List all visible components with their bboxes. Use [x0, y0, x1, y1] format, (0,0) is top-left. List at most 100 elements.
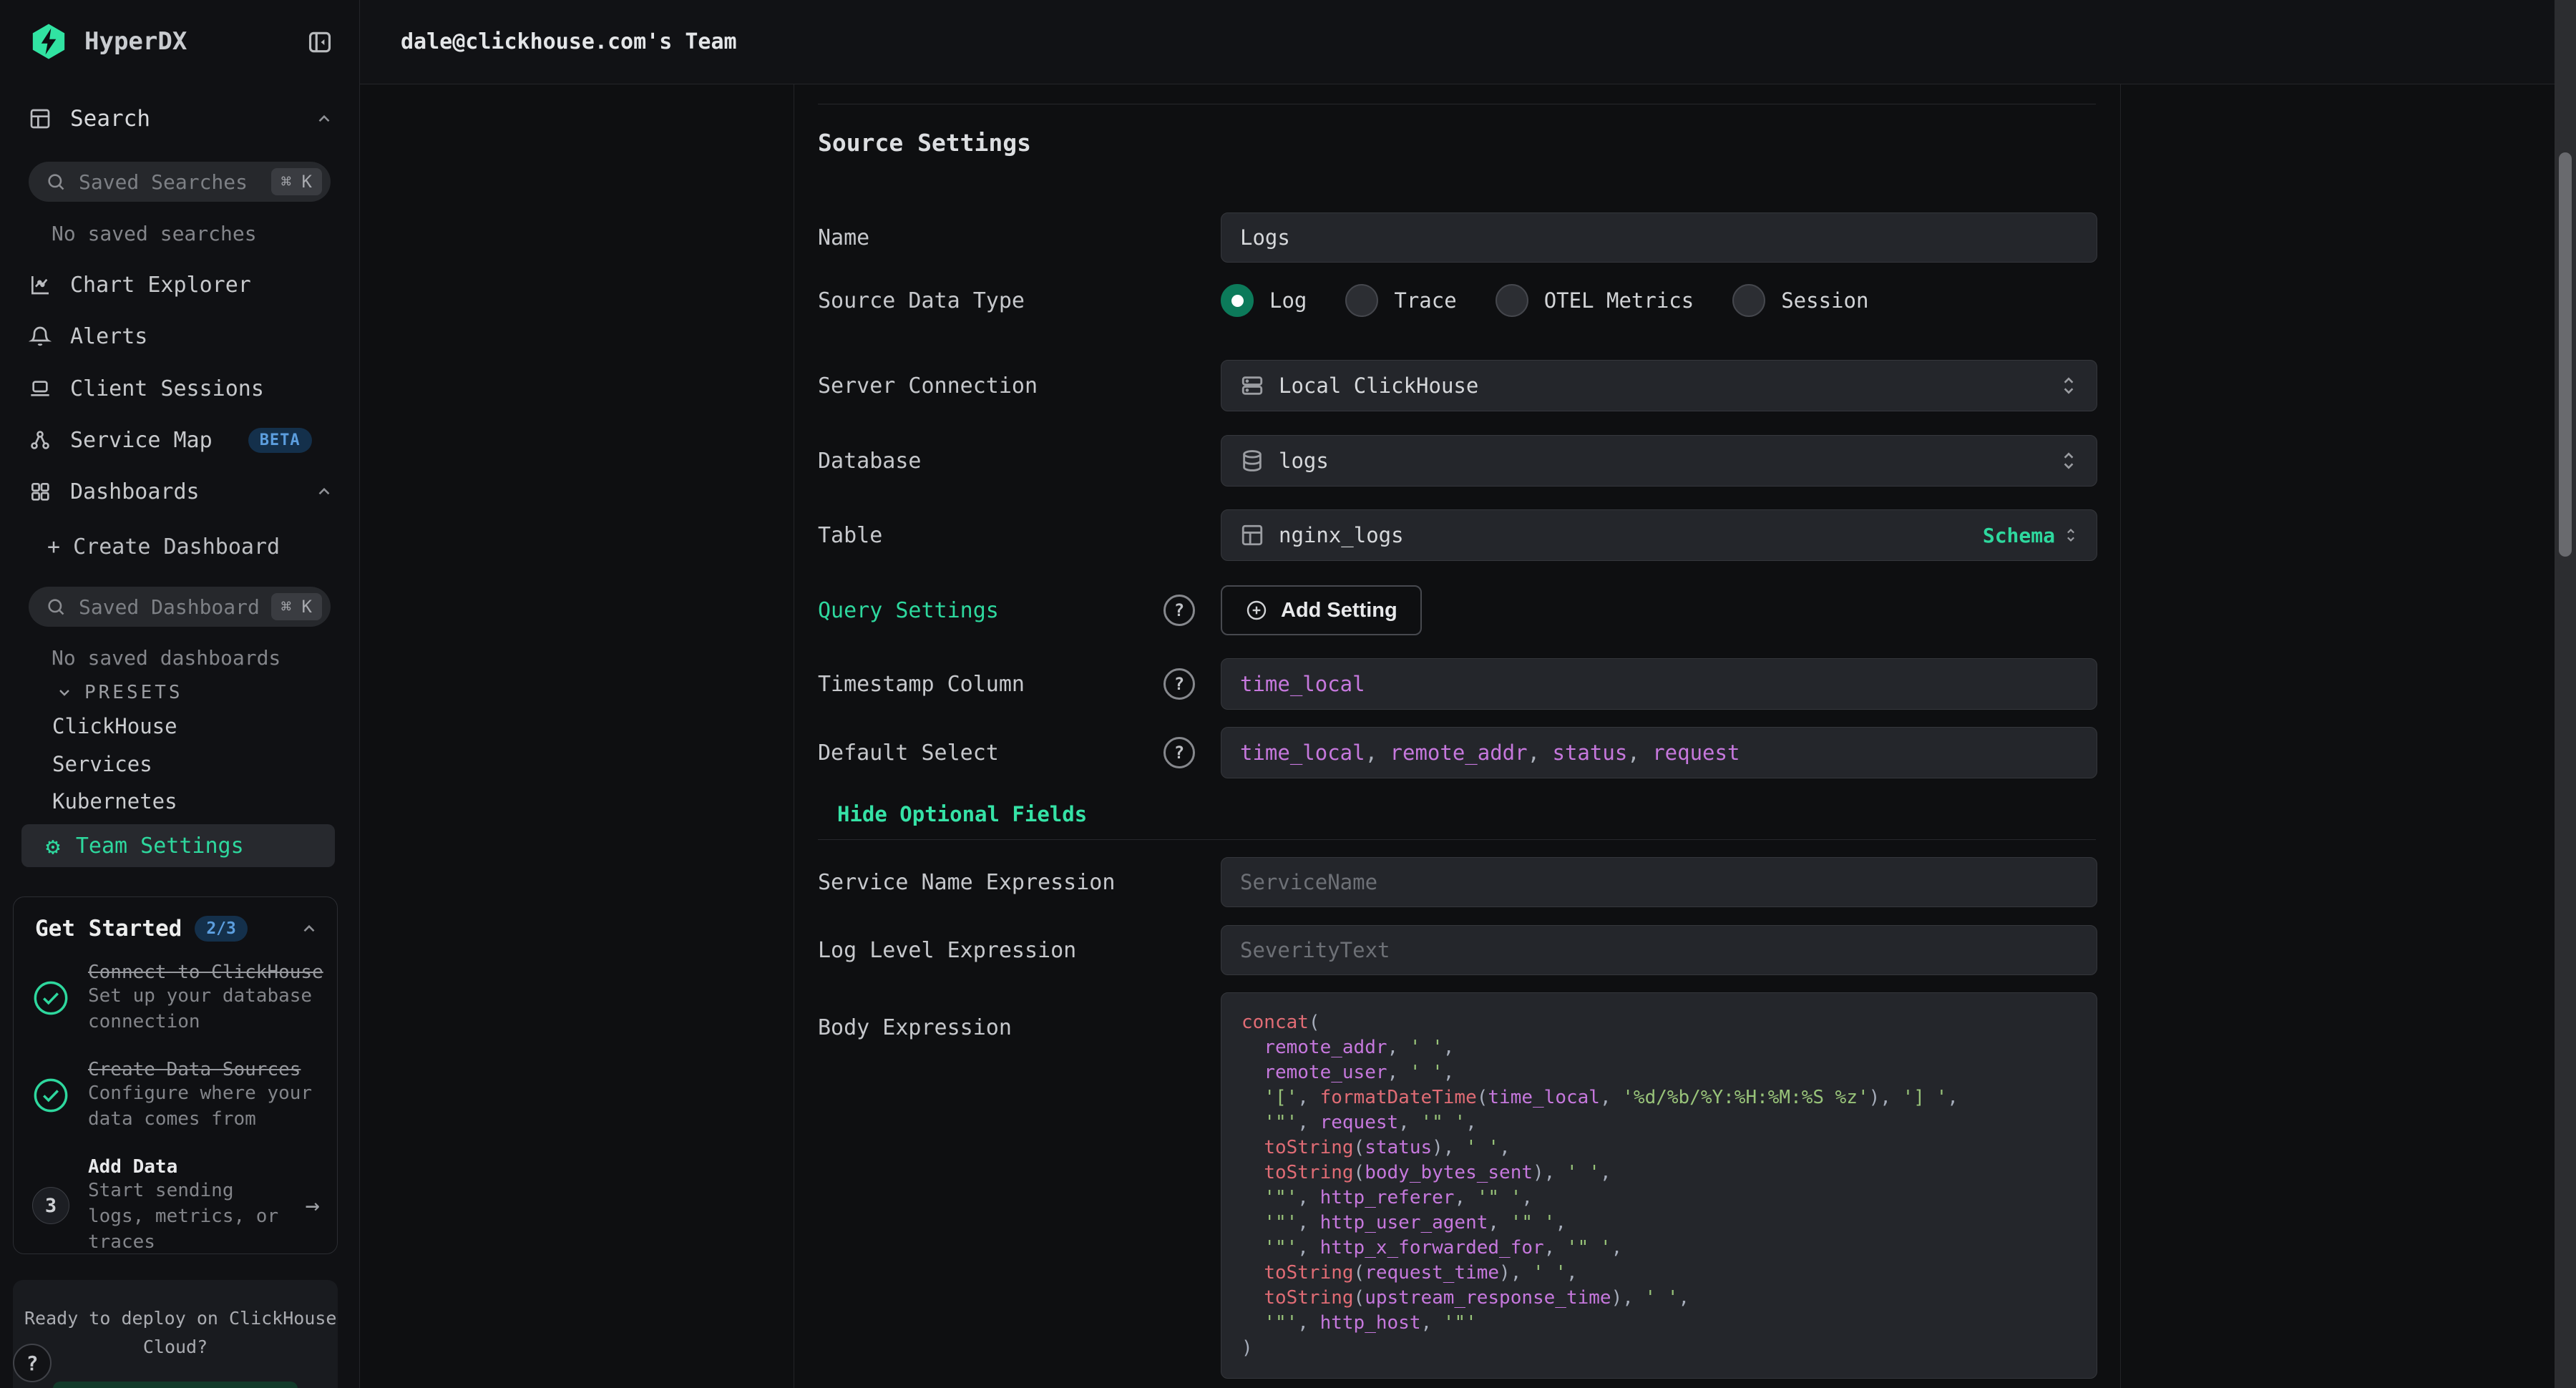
radio-log[interactable]: Log [1221, 284, 1307, 317]
sidebar-collapse-icon[interactable] [306, 29, 333, 56]
source-data-type-radios: Log Trace OTEL Metrics Session [1221, 278, 1868, 323]
help-circle-icon[interactable]: ? [1163, 595, 1195, 626]
optional-fields-divider [818, 839, 2096, 840]
saved-searches-placeholder: Saved Searches [79, 170, 258, 194]
kbd-shortcut: ⌘ K [271, 168, 322, 195]
app-title: HyperDX [84, 27, 187, 56]
service-map-icon [29, 429, 52, 451]
body-expression-editor[interactable]: concat( remote_addr, ' ', remote_user, '… [1221, 992, 2097, 1379]
step-number-badge: 3 [32, 1187, 69, 1224]
source-data-type-row: Source Data Type Log Trace OTEL Metrics … [818, 278, 2097, 323]
create-dashboard-button[interactable]: + Create Dashboard [47, 534, 280, 559]
step-title: Create Data Sources [88, 1059, 320, 1080]
saved-dashboards-input[interactable]: Saved Dashboards ⌘ K [29, 587, 331, 627]
scrollbar-thumb[interactable] [2559, 152, 2572, 557]
radio-trace[interactable]: Trace [1345, 284, 1456, 317]
database-row: Database logs [818, 435, 2097, 487]
no-saved-dashboards-text: No saved dashboards [52, 646, 280, 670]
default-select-row: Default Select ? time_local, remote_addr… [818, 727, 2097, 778]
hide-optional-fields-link[interactable]: Hide Optional Fields [837, 802, 1087, 826]
server-icon [1240, 373, 1264, 398]
server-connection-select[interactable]: Local ClickHouse [1221, 360, 2097, 411]
kbd-shortcut: ⌘ K [271, 593, 322, 620]
preset-kubernetes[interactable]: Kubernetes [52, 789, 177, 813]
server-connection-row: Server Connection Local ClickHouse [818, 360, 2097, 411]
chart-icon [29, 273, 52, 296]
step-description: Start sending logs, metrics, or traces [88, 1178, 287, 1254]
query-settings-row: Query Settings ? Add Setting [818, 585, 2097, 635]
get-started-step-2[interactable]: Create Data Sources Configure where your… [14, 1059, 337, 1132]
sidebar-item-alerts[interactable]: Alerts [29, 319, 333, 353]
select-chevrons-icon [2064, 526, 2078, 544]
server-connection-label: Server Connection [818, 360, 1038, 411]
chevron-up-icon[interactable] [300, 919, 318, 938]
chevron-up-icon[interactable] [315, 482, 333, 501]
beta-badge: BETA [248, 428, 312, 453]
radio-otel-metrics[interactable]: OTEL Metrics [1496, 284, 1694, 317]
schema-dropdown[interactable]: Schema [1983, 524, 2078, 547]
radio-session[interactable]: Session [1732, 284, 1868, 317]
body-expression-label: Body Expression [818, 1002, 1012, 1052]
promo-text-line1: Ready to deploy on ClickHouse [24, 1304, 326, 1333]
search-icon [46, 172, 66, 192]
laptop-icon [29, 377, 52, 400]
sidebar: HyperDX Search Saved Searches [0, 0, 360, 1388]
service-name-input[interactable]: ServiceName [1221, 857, 2097, 907]
check-circle-icon [32, 1077, 69, 1114]
source-data-type-label: Source Data Type [818, 278, 1025, 323]
saved-searches-input[interactable]: Saved Searches ⌘ K [29, 162, 331, 202]
radio-dot [1345, 284, 1378, 317]
default-select-label: Default Select [818, 727, 999, 778]
body-expression-row: Body Expression concat( remote_addr, ' '… [818, 992, 2097, 1382]
timestamp-column-input[interactable]: time_local [1221, 658, 2097, 710]
check-circle-icon [32, 979, 69, 1017]
sidebar-item-client-sessions[interactable]: Client Sessions [29, 371, 333, 406]
table-row: Table nginx_logs Schema [818, 509, 2097, 561]
get-started-step-3[interactable]: 3 Add Data Start sending logs, metrics, … [14, 1156, 337, 1254]
bell-icon [29, 325, 52, 348]
saved-dashboards-placeholder: Saved Dashboards [79, 595, 258, 619]
step-description: Configure where your data comes from [88, 1080, 320, 1132]
get-started-header[interactable]: Get Started 2/3 [14, 897, 337, 962]
chevron-up-icon[interactable] [315, 109, 333, 128]
dashboards-grid-icon [29, 480, 52, 503]
database-label: Database [818, 435, 922, 487]
default-select-input[interactable]: time_local, remote_addr, status, request [1221, 727, 2097, 778]
presets-group-header[interactable]: PRESETS [56, 682, 183, 703]
sidebar-item-dashboards[interactable]: Dashboards [29, 474, 333, 509]
promo-text-line2: Cloud? [24, 1333, 326, 1362]
name-input[interactable]: Logs [1221, 212, 2097, 263]
sidebar-item-team-settings[interactable]: ⚙ Team Settings [21, 824, 335, 867]
scrollbar-track[interactable] [2555, 0, 2576, 1388]
table-select[interactable]: nginx_logs Schema [1221, 509, 2097, 561]
log-level-placeholder: SeverityText [1240, 938, 1390, 962]
database-select[interactable]: logs [1221, 435, 2097, 487]
radio-dot [1496, 284, 1528, 317]
source-settings-panel: Source Settings Name Logs Source Data Ty… [794, 84, 2121, 1388]
add-setting-button[interactable]: Add Setting [1221, 585, 1422, 635]
help-button[interactable]: ? [13, 1344, 52, 1382]
select-chevrons-icon [2059, 374, 2078, 397]
sidebar-item-service-map[interactable]: Service Map BETA [29, 423, 333, 457]
plus-circle-icon [1245, 599, 1268, 622]
section-title: Source Settings [818, 129, 1031, 157]
database-icon [1240, 449, 1264, 473]
name-row: Name Logs [818, 212, 2097, 263]
preset-services[interactable]: Services [52, 752, 152, 776]
sidebar-item-search[interactable]: Search [29, 102, 333, 136]
arrow-right-icon[interactable]: → [306, 1191, 320, 1220]
sidebar-item-chart-explorer[interactable]: Chart Explorer [29, 268, 333, 302]
help-circle-icon[interactable]: ? [1163, 737, 1195, 768]
query-settings-label: Query Settings [818, 585, 999, 635]
log-level-input[interactable]: SeverityText [1221, 925, 2097, 975]
help-circle-icon[interactable]: ? [1163, 668, 1195, 700]
table-icon [1240, 523, 1264, 547]
gear-icon: ⚙ [46, 834, 60, 858]
progress-badge: 2/3 [195, 916, 248, 942]
service-name-label: Service Name Expression [818, 857, 1115, 907]
page-title: dale@clickhouse.com's Team [401, 0, 737, 84]
preset-clickhouse[interactable]: ClickHouse [52, 714, 177, 738]
get-started-step-1[interactable]: Connect to ClickHouse Set up your databa… [14, 962, 337, 1035]
logo[interactable]: HyperDX [29, 20, 333, 63]
get-started-free-button[interactable]: Get Started for Free [53, 1382, 298, 1388]
